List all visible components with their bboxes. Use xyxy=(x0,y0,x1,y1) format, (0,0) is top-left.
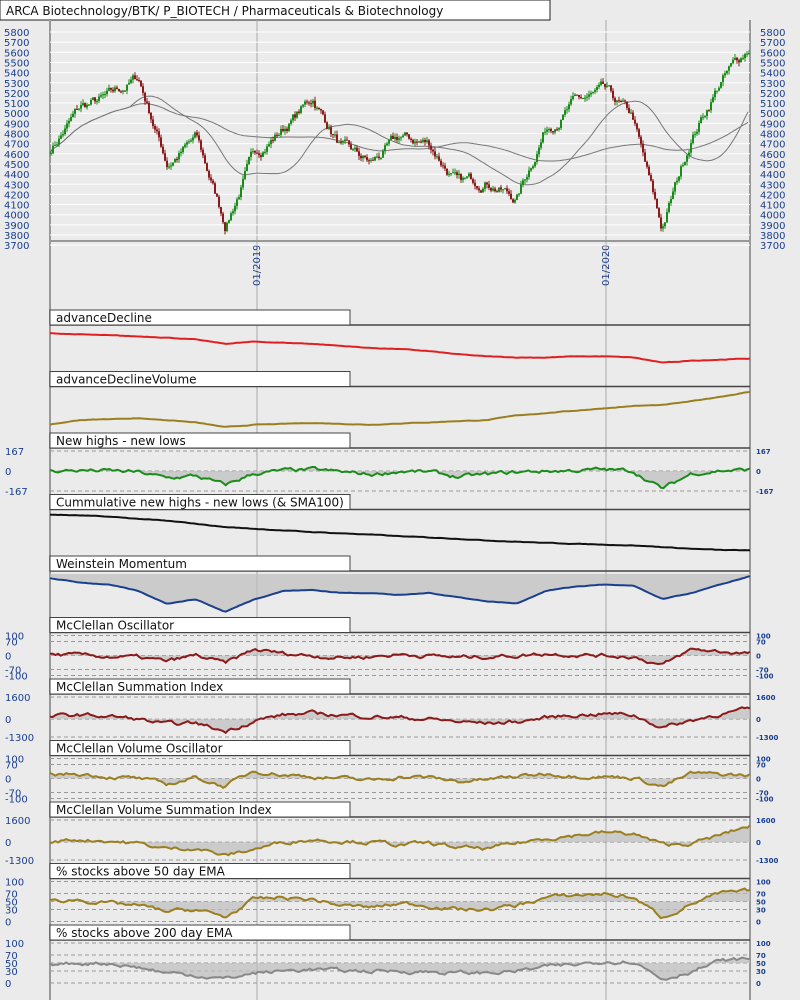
panel-tick-left: 70 xyxy=(5,638,18,649)
candle xyxy=(656,198,658,209)
panel-title: Weinstein Momentum xyxy=(56,557,187,571)
panel-title: Cummulative new highs - new lows (& SMA1… xyxy=(56,496,344,510)
panel-tick-right: 100 xyxy=(756,940,771,948)
panel-title: New highs - new lows xyxy=(56,434,186,448)
candle xyxy=(516,193,518,201)
candle xyxy=(542,132,544,144)
panel-tick-left: -100 xyxy=(5,672,28,683)
y-tick-left: 3700 xyxy=(4,241,29,252)
panel-tick-right: 0 xyxy=(756,468,761,476)
panel-tick-right: 0 xyxy=(756,653,761,661)
panel-tick-left: 70 xyxy=(5,761,18,772)
panel-title: McClellan Summation Index xyxy=(56,680,223,694)
y-tick-right: 3700 xyxy=(760,241,785,252)
panel-tick-left: 0 xyxy=(5,467,11,478)
panel-tick-left: 0 xyxy=(5,715,11,726)
panel-title: McClellan Volume Summation Index xyxy=(56,803,272,817)
candle xyxy=(326,121,328,130)
panel-tick-right: 0 xyxy=(756,839,761,847)
panel-title: advanceDecline xyxy=(56,311,152,325)
candle xyxy=(684,161,686,166)
candle xyxy=(248,156,250,166)
panel-tick-right: 50 xyxy=(756,899,766,907)
panel-tick-left: 0 xyxy=(5,838,11,849)
panel-tick-right: 50 xyxy=(756,960,766,968)
panel-tick-right: -100 xyxy=(756,673,774,681)
x-tick-2020: 01/2020 xyxy=(601,244,612,286)
candle xyxy=(658,207,660,218)
panel-tick-left: 30 xyxy=(5,906,18,917)
panel-tick-right: -100 xyxy=(756,796,774,804)
panel-tick-left: 0 xyxy=(5,652,11,663)
panel-tick-left: -100 xyxy=(5,795,28,806)
panel-tick-left: 0 xyxy=(5,979,11,990)
candle xyxy=(214,181,216,195)
candle xyxy=(582,97,584,99)
x-tick-2019: 01/2019 xyxy=(252,244,263,286)
market-breadth-chart: ARCA Biotechnology/BTK/ P_BIOTECH / Phar… xyxy=(0,0,800,1000)
panel-title: advanceDeclineVolume xyxy=(56,373,197,387)
candle xyxy=(118,88,120,92)
panel-tick-left: 0 xyxy=(5,918,11,929)
panel-tick-right: 70 xyxy=(756,762,766,770)
panel-tick-left: 0 xyxy=(5,775,11,786)
panel-tick-right: 30 xyxy=(756,907,766,915)
candle xyxy=(720,82,722,89)
candle xyxy=(140,80,142,87)
panel-tick-right: 0 xyxy=(756,980,761,988)
panel-tick-left: -167 xyxy=(5,487,28,498)
panel-title: % stocks above 50 day EMA xyxy=(56,865,226,879)
panel-title: McClellan Volume Oscillator xyxy=(56,742,223,756)
panel-tick-right: 1600 xyxy=(756,817,776,825)
panel-tick-right: 70 xyxy=(756,639,766,647)
panel-tick-right: 167 xyxy=(756,448,771,456)
candle xyxy=(206,162,208,172)
panel-tick-right: 0 xyxy=(756,919,761,927)
panel-tick-left: 100 xyxy=(5,878,24,889)
panel-tick-left: 167 xyxy=(5,447,24,458)
panel-tick-left: 30 xyxy=(5,967,18,978)
panel-tick-left: 1600 xyxy=(5,693,30,704)
candle xyxy=(288,123,290,132)
candle xyxy=(218,194,220,209)
candle xyxy=(562,114,564,121)
panel-tick-left: 1600 xyxy=(5,816,30,827)
panel-tick-right: 70 xyxy=(756,891,766,899)
panel-tick-right: 1600 xyxy=(756,694,776,702)
panel-tick-right: 0 xyxy=(756,776,761,784)
chart-title: ARCA Biotechnology/BTK/ P_BIOTECH / Phar… xyxy=(6,4,443,18)
panel-tick-left: -1300 xyxy=(5,856,34,867)
panel-tick-right: -1300 xyxy=(756,734,779,742)
panel-tick-left: 100 xyxy=(5,939,24,950)
panel-tick-right: 70 xyxy=(756,952,766,960)
candle xyxy=(148,100,150,115)
panel-title: % stocks above 200 day EMA xyxy=(56,926,233,940)
candle xyxy=(226,221,228,233)
panel-title: McClellan Oscillator xyxy=(56,619,174,633)
panel-tick-right: 100 xyxy=(756,879,771,887)
panel-tick-right: 0 xyxy=(756,716,761,724)
candle xyxy=(92,97,94,101)
candle xyxy=(300,105,302,115)
panel-tick-left: -1300 xyxy=(5,733,34,744)
candle xyxy=(668,201,670,214)
panel-tick-right: -1300 xyxy=(756,857,779,865)
panel-tick-right: 30 xyxy=(756,968,766,976)
panel-tick-right: -167 xyxy=(756,488,774,496)
candle xyxy=(404,132,406,136)
